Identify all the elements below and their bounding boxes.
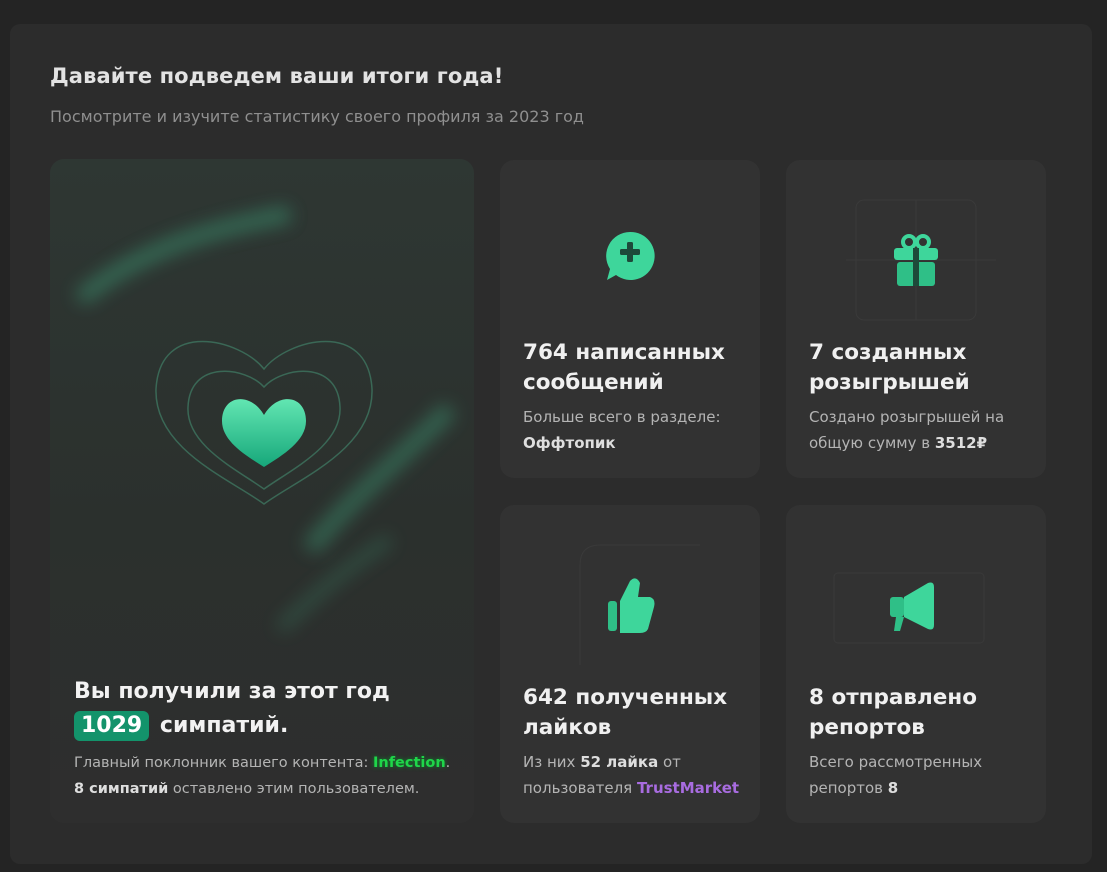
chat-plus-icon [606,231,655,280]
top-fan-username[interactable]: Infection [373,755,446,771]
top-section-link[interactable]: Оффтопик [523,434,616,452]
likes-count-badge: 1029 [74,711,150,741]
received-likes-description: Из них 52 лайка от пользователя TrustMar… [523,749,753,801]
reports-description: Всего рассмотренных репортов 8 [809,749,1039,801]
messages-card: 764 написанных сообщений Больше всего в … [500,160,760,478]
top-fan-likes-suffix: оставлено этим пользователем. [172,781,420,797]
top-liker-username[interactable]: TrustMarket [637,779,739,797]
top-fan-dot: . [445,755,451,771]
reports-card-art [833,572,985,644]
gift-icon [894,234,938,286]
reports-title: 8 отправлено репортов [809,685,977,740]
giveaways-title: 7 созданных розыгрышей [809,340,970,395]
messages-title: 764 написанных сообщений [523,340,725,395]
page-subtitle: Посмотрите и изучите статистику своего п… [50,107,584,126]
giveaways-card-art [846,199,996,321]
reports-card: 8 отправлено репортов Всего рассмотренны… [786,505,1046,823]
likes-headline: Вы получили за этот год 1029 симпатий. [74,675,464,743]
messages-card-art [606,231,655,280]
received-likes-card: 642 полученных лайков Из них 52 лайка от… [500,505,760,823]
received-likes-title: 642 полученных лайков [523,685,728,740]
likes-headline-suffix: симпатий. [159,713,289,738]
likes-headline-prefix: Вы получили за этот год [74,679,390,704]
top-fan-label: Главный поклонник вашего контента: [74,755,369,771]
giveaways-description: Создано розыгрышей на общую сумму в 3512… [809,404,1039,456]
heart-icon [222,399,306,467]
received-likes-count: 52 лайка [580,753,659,771]
giveaways-card: 7 созданных розыгрышей Создано розыгрыше… [786,160,1046,478]
thumbs-up-icon [608,578,655,633]
page-title: Давайте подведем ваши итоги года! [50,64,504,88]
received-likes-card-art [579,544,700,665]
megaphone-icon [890,582,934,631]
messages-description: Больше всего в разделе: Оффтопик [523,404,753,456]
giveaways-amount: 3512₽ [934,434,988,452]
likes-description: Главный поклонник вашего контента: Infec… [74,750,469,802]
reports-count: 8 [887,779,899,797]
messages-desc-prefix: Больше всего в разделе: [523,408,721,426]
top-fan-likes: 8 симпатий [74,781,169,797]
received-likes-desc-prefix: Из них [523,753,576,771]
